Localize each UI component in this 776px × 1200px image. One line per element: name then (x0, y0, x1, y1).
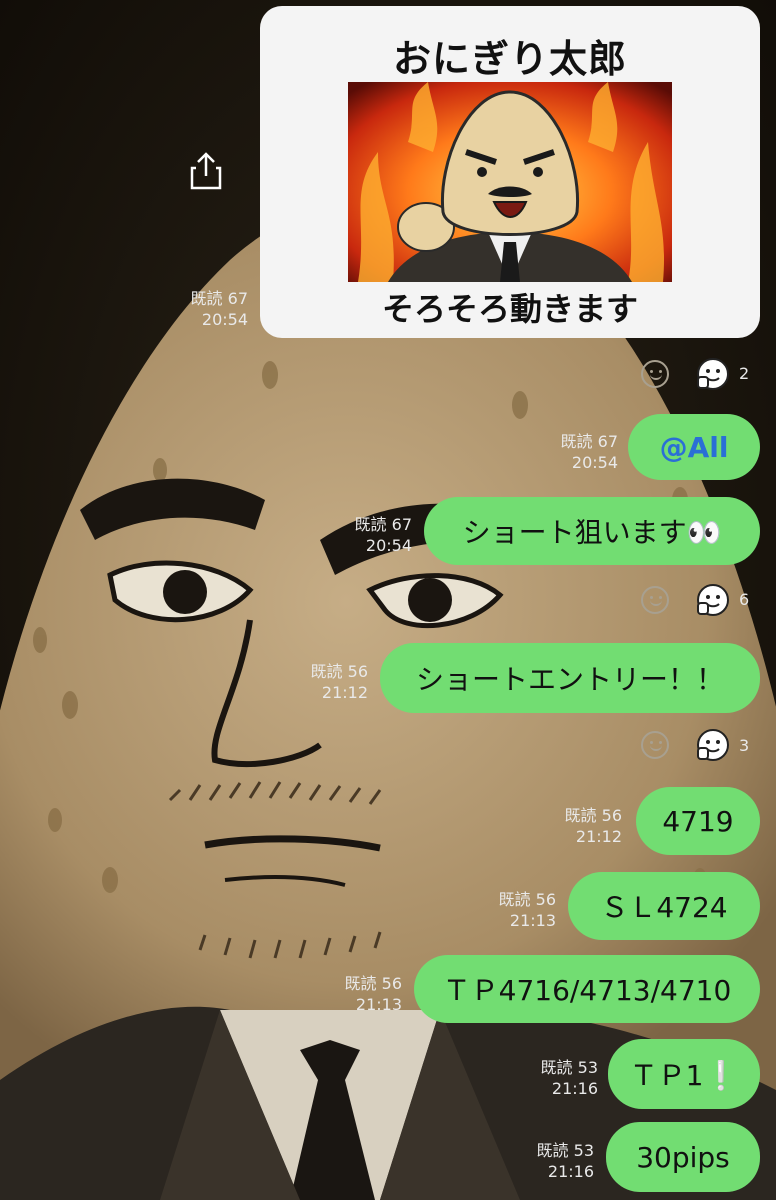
thumbs-up-reaction-icon[interactable] (696, 583, 730, 617)
message-bubble[interactable]: @All (628, 414, 760, 480)
message-meta: 既読 56 21:12 (565, 805, 622, 847)
read-count: 既読 67 (190, 289, 248, 308)
message-bubble[interactable]: ＴＰ1❕ (608, 1039, 760, 1109)
sticker-caption: そろそろ動きます (381, 290, 638, 328)
reaction-count: 2 (739, 364, 750, 383)
message-meta: 既読 67 20:54 (355, 514, 412, 556)
reaction-count: 6 (739, 590, 750, 609)
timestamp: 21:16 (551, 1079, 598, 1098)
thumbs-up-reaction-icon[interactable] (696, 728, 730, 762)
message-bubble[interactable]: ＴＰ4716/4713/4710 (414, 955, 760, 1023)
message-meta: 既読 56 21:13 (345, 973, 402, 1015)
read-count: 既読 67 (354, 515, 412, 534)
read-count: 既読 53 (536, 1141, 594, 1160)
read-count: 既読 67 (560, 432, 618, 451)
message-bubble[interactable]: ショート狙います👀 (424, 497, 760, 565)
message-meta: 既読 53 21:16 (541, 1057, 598, 1099)
add-reaction-icon[interactable] (641, 586, 669, 614)
message-meta: 既読 67 20:54 (191, 288, 248, 330)
read-count: 既読 56 (344, 974, 402, 993)
read-count: 既読 56 (498, 890, 556, 909)
timestamp: 20:54 (365, 536, 412, 555)
onigiri-sticker-image (348, 82, 672, 282)
message-bubble[interactable]: 30pips (606, 1122, 760, 1192)
read-count: 既読 56 (310, 662, 368, 681)
timestamp: 20:54 (201, 310, 248, 329)
message-bubble[interactable]: ＳＬ4724 (568, 872, 760, 940)
message-bubble[interactable]: ショートエントリー！！ (380, 643, 760, 713)
read-count: 既読 56 (564, 806, 622, 825)
thumbs-up-reaction-icon[interactable] (696, 357, 730, 391)
timestamp: 21:13 (509, 911, 556, 930)
timestamp: 21:12 (575, 827, 622, 846)
timestamp: 21:13 (355, 995, 402, 1014)
timestamp: 21:12 (321, 683, 368, 702)
sticker-title: おにぎり太郎 (392, 37, 627, 81)
timestamp: 20:54 (571, 453, 618, 472)
message-meta: 既読 53 21:16 (537, 1140, 594, 1182)
read-count: 既読 53 (540, 1058, 598, 1077)
message-meta: 既読 56 21:12 (311, 661, 368, 703)
timestamp: 21:16 (547, 1162, 594, 1181)
message-bubble[interactable]: 4719 (636, 787, 760, 855)
reaction-count: 3 (739, 736, 750, 755)
share-icon[interactable] (188, 152, 224, 192)
message-meta: 既読 67 20:54 (561, 431, 618, 473)
sticker-message[interactable]: おにぎり太郎 そろそろ動きます (260, 6, 760, 338)
add-reaction-icon[interactable] (641, 360, 669, 388)
message-meta: 既読 56 21:13 (499, 889, 556, 931)
add-reaction-icon[interactable] (641, 731, 669, 759)
